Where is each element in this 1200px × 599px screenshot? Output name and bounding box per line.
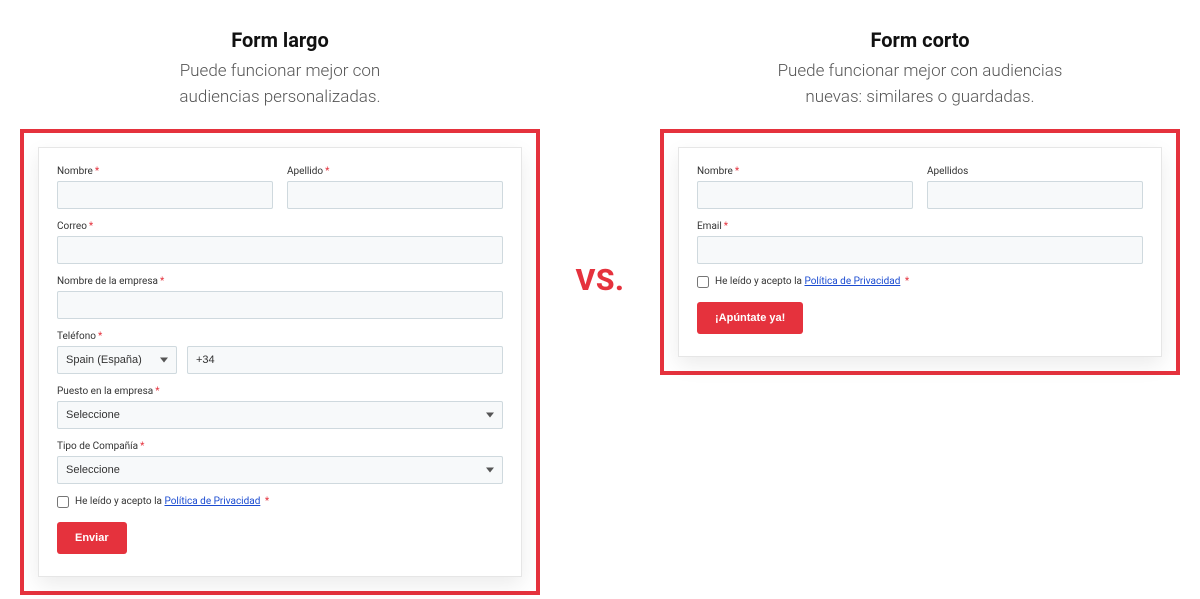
required-marker: * (905, 276, 909, 287)
comparison-stage: Form largo Puede funcionar mejor con aud… (0, 0, 1200, 595)
consent-checkbox-right[interactable] (697, 276, 709, 288)
left-subtitle: Puede funcionar mejor con audiencias per… (179, 58, 380, 111)
field-nombre-short: Nombre* (697, 166, 913, 209)
select-phone-country[interactable]: Spain (España) (57, 346, 177, 374)
field-apellido: Apellido* (287, 166, 503, 209)
select-puesto[interactable]: Seleccione (57, 401, 503, 429)
label-tipo: Tipo de Compañía* (57, 441, 503, 452)
label-apellidos-short-text: Apellidos (927, 166, 968, 177)
required-marker: * (155, 386, 159, 397)
privacy-link-left[interactable]: Política de Privacidad (164, 496, 260, 507)
field-apellidos-short: Apellidos (927, 166, 1143, 209)
label-apellido: Apellido* (287, 166, 503, 177)
right-frame: Nombre* Apellidos Email* (660, 129, 1180, 375)
required-marker: * (140, 441, 144, 452)
required-marker: * (89, 221, 93, 232)
right-title: Form corto (778, 28, 1063, 52)
vs-label: VS. (576, 263, 625, 298)
field-nombre: Nombre* (57, 166, 273, 209)
label-apellido-text: Apellido (287, 166, 323, 177)
right-header: Form corto Puede funcionar mejor con aud… (778, 28, 1063, 111)
input-phone-number[interactable] (187, 346, 503, 374)
phone-country-wrap: Spain (España) (57, 346, 177, 374)
label-telefono: Teléfono* (57, 331, 503, 342)
required-marker: * (160, 276, 164, 287)
input-nombre[interactable] (57, 181, 273, 209)
label-correo: Correo* (57, 221, 503, 232)
select-puesto-wrap: Seleccione (57, 401, 503, 429)
input-email-short[interactable] (697, 236, 1143, 264)
label-nombre-text: Nombre (57, 166, 93, 177)
input-apellido[interactable] (287, 181, 503, 209)
label-email-short: Email* (697, 221, 1143, 232)
label-nombre-short: Nombre* (697, 166, 913, 177)
right-sub-line2: nuevas: similares o guardadas. (805, 87, 1034, 107)
label-empresa-text: Nombre de la empresa (57, 276, 158, 287)
consent-row-right[interactable]: He leído y acepto la Política de Privaci… (697, 276, 1143, 288)
submit-button-right[interactable]: ¡Apúntate ya! (697, 302, 803, 334)
required-marker: * (325, 166, 329, 177)
label-tipo-text: Tipo de Compañía (57, 441, 138, 452)
vs-column: VS. (570, 28, 630, 298)
consent-text-right: He leído y acepto la Política de Privaci… (715, 276, 909, 287)
required-marker: * (735, 166, 739, 177)
consent-pre-left: He leído y acepto la (75, 496, 164, 507)
right-sub-line1: Puede funcionar mejor con audiencias (778, 61, 1063, 81)
field-empresa: Nombre de la empresa* (57, 276, 503, 319)
required-marker: * (724, 221, 728, 232)
field-email-short: Email* (697, 221, 1143, 264)
label-puesto-text: Puesto en la empresa (57, 386, 153, 397)
label-puesto: Puesto en la empresa* (57, 386, 503, 397)
label-apellidos-short: Apellidos (927, 166, 1143, 177)
left-sub-line2: audiencias personalizadas. (179, 87, 380, 107)
field-puesto: Puesto en la empresa* Seleccione (57, 386, 503, 429)
right-column: Form corto Puede funcionar mejor con aud… (660, 28, 1180, 375)
label-telefono-text: Teléfono (57, 331, 96, 342)
consent-pre-right: He leído y acepto la (715, 276, 804, 287)
input-nombre-short[interactable] (697, 181, 913, 209)
input-apellidos-short[interactable] (927, 181, 1143, 209)
privacy-link-right[interactable]: Política de Privacidad (804, 276, 900, 287)
input-empresa[interactable] (57, 291, 503, 319)
field-telefono: Teléfono* Spain (España) (57, 331, 503, 374)
left-header: Form largo Puede funcionar mejor con aud… (179, 28, 380, 111)
label-correo-text: Correo (57, 221, 87, 232)
consent-row-left[interactable]: He leído y acepto la Política de Privaci… (57, 496, 503, 508)
required-marker: * (95, 166, 99, 177)
long-form-card: Nombre* Apellido* Correo* (38, 147, 522, 577)
select-tipo[interactable]: Seleccione (57, 456, 503, 484)
left-title: Form largo (179, 28, 380, 52)
required-marker: * (265, 496, 269, 507)
left-column: Form largo Puede funcionar mejor con aud… (20, 28, 540, 595)
label-email-short-text: Email (697, 221, 722, 232)
left-frame: Nombre* Apellido* Correo* (20, 129, 540, 595)
field-tipo: Tipo de Compañía* Seleccione (57, 441, 503, 484)
input-correo[interactable] (57, 236, 503, 264)
consent-checkbox-left[interactable] (57, 496, 69, 508)
short-form-card: Nombre* Apellidos Email* (678, 147, 1162, 357)
field-correo: Correo* (57, 221, 503, 264)
label-empresa: Nombre de la empresa* (57, 276, 503, 287)
submit-button-left[interactable]: Enviar (57, 522, 127, 554)
label-nombre: Nombre* (57, 166, 273, 177)
right-subtitle: Puede funcionar mejor con audiencias nue… (778, 58, 1063, 111)
required-marker: * (98, 331, 102, 342)
consent-text-left: He leído y acepto la Política de Privaci… (75, 496, 269, 507)
select-tipo-wrap: Seleccione (57, 456, 503, 484)
label-nombre-short-text: Nombre (697, 166, 733, 177)
left-sub-line1: Puede funcionar mejor con (180, 61, 381, 81)
